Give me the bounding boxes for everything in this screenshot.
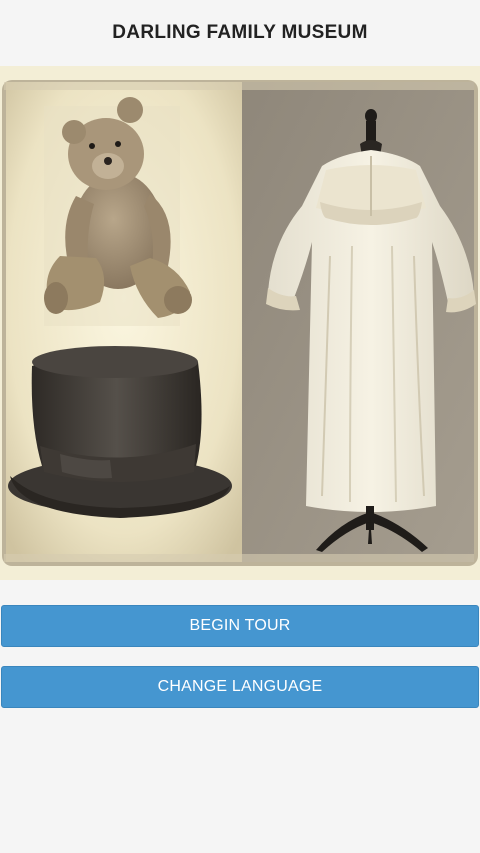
hero-image: [0, 66, 480, 580]
header-bar: DARLING FAMILY MUSEUM: [0, 0, 480, 66]
hero-collage: [0, 66, 480, 580]
top-hat-image: [8, 346, 232, 518]
page-title: DARLING FAMILY MUSEUM: [112, 22, 368, 43]
change-language-button[interactable]: CHANGE LANGUAGE: [1, 666, 479, 708]
teddy-bear-image: [44, 97, 192, 326]
begin-tour-button[interactable]: BEGIN TOUR: [1, 605, 479, 647]
